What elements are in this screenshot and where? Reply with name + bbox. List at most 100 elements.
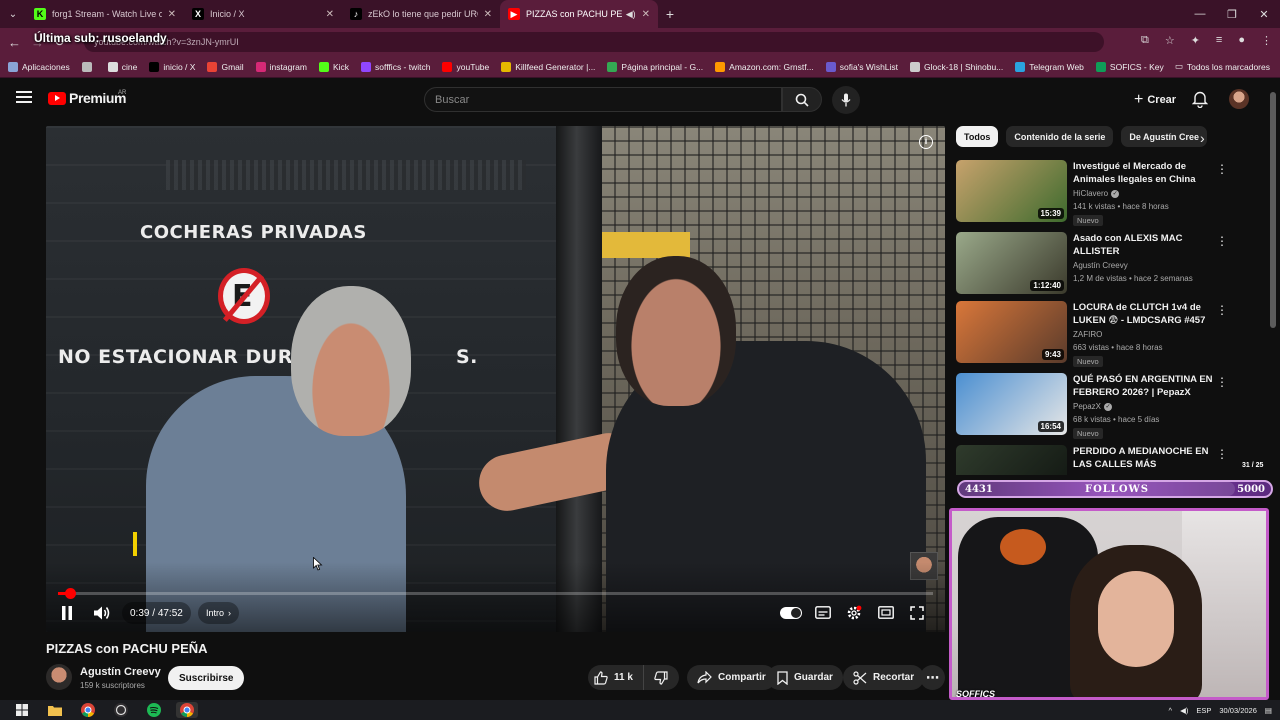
- voice-search-button[interactable]: [832, 86, 860, 114]
- notifications-icon[interactable]: ▤: [1265, 706, 1272, 715]
- bookmark-item[interactable]: sofia's WishList: [825, 61, 898, 72]
- chapter-button[interactable]: Intro ›: [198, 602, 240, 624]
- bookmark-item[interactable]: Killfeed Generator |...: [501, 61, 595, 72]
- bookmark-item[interactable]: Gmail: [207, 61, 244, 72]
- bookmark-star-icon[interactable]: ☆: [1165, 34, 1175, 47]
- fullscreen-icon[interactable]: [910, 606, 924, 620]
- recommendation-channel[interactable]: Agustín Creevy: [1073, 261, 1128, 270]
- video-thumbnail[interactable]: 9:43: [956, 301, 1067, 363]
- chrome-menu-icon[interactable]: ⋮: [1261, 34, 1272, 47]
- channel-avatar[interactable]: [46, 664, 72, 690]
- recommendation-item[interactable]: 16:54 QUÉ PASÓ EN ARGENTINA EN FEBRERO 20…: [956, 373, 1256, 439]
- tray-chevron-icon[interactable]: ^: [1169, 706, 1173, 715]
- minimize-icon[interactable]: —: [1184, 8, 1216, 21]
- recommendation-title[interactable]: LOCURA de CLUTCH 1v4 de LUKEN 😨 - LMDCSA…: [1073, 301, 1213, 327]
- close-window-icon[interactable]: ✕: [1248, 8, 1280, 21]
- create-button[interactable]: + Crear: [1124, 88, 1187, 112]
- more-vertical-icon[interactable]: ⋮: [1216, 375, 1228, 389]
- recommendation-item[interactable]: 1:12:40 Asado con ALEXIS MAC ALLISTER Agus…: [956, 232, 1256, 298]
- video-thumbnail[interactable]: 1:12:40: [956, 232, 1067, 294]
- bookmark-item[interactable]: instagram: [255, 61, 307, 72]
- chrome-icon[interactable]: [77, 702, 99, 718]
- recommendation-item[interactable]: 15:39 Investigué el Mercado de Animales I…: [956, 160, 1256, 226]
- clip-button[interactable]: Recortar: [843, 665, 925, 690]
- bookmark-item[interactable]: Aplicaciones: [8, 61, 70, 72]
- language-indicator[interactable]: ESP: [1196, 706, 1211, 715]
- browser-tab[interactable]: ▶ PIZZAS con PACHU PEÑA ◀) ✕: [500, 0, 658, 28]
- pause-icon[interactable]: [61, 606, 73, 620]
- recommendation-item[interactable]: PERDIDO A MEDIANOCHE EN LAS CALLES MÁS P…: [956, 445, 1256, 475]
- dislike-button[interactable]: [644, 665, 678, 690]
- search-button[interactable]: [782, 87, 822, 112]
- notifications-bell-icon[interactable]: [1192, 90, 1208, 108]
- video-thumbnail[interactable]: 15:39: [956, 160, 1067, 222]
- youtube-logo[interactable]: Premium: [48, 90, 127, 106]
- channel-name[interactable]: Agustín Creevy: [80, 666, 161, 678]
- spotify-icon[interactable]: [143, 702, 165, 718]
- recommendation-channel[interactable]: HiClavero ✓: [1073, 189, 1120, 198]
- obs-icon[interactable]: [110, 702, 132, 718]
- bookmark-item[interactable]: Página principal - G...: [607, 61, 703, 72]
- recommendation-channel[interactable]: ZAFIRO: [1073, 330, 1102, 339]
- share-button[interactable]: Compartir: [687, 665, 776, 690]
- more-vertical-icon[interactable]: ⋮: [1216, 234, 1228, 248]
- account-avatar[interactable]: [1229, 89, 1249, 109]
- bookmark-item[interactable]: inicio / X: [149, 61, 195, 72]
- chevron-right-icon[interactable]: ›: [1200, 130, 1205, 146]
- media-icon[interactable]: ≡: [1216, 34, 1222, 47]
- theater-mode-icon[interactable]: [878, 606, 894, 619]
- recommendation-channel[interactable]: PepazX ✓: [1073, 402, 1113, 411]
- tab-close-icon[interactable]: ✕: [642, 9, 650, 20]
- autoplay-toggle[interactable]: [780, 607, 802, 619]
- tab-audio-icon[interactable]: ◀): [626, 9, 636, 20]
- restore-icon[interactable]: ❐: [1216, 8, 1248, 21]
- chrome-active-icon[interactable]: [176, 702, 198, 718]
- browser-tab[interactable]: Kforg1 Stream - Watch Live on K ✕: [26, 0, 184, 28]
- bookmark-item[interactable]: SOFICS - Key: [1095, 61, 1164, 72]
- tab-close-icon[interactable]: ✕: [484, 9, 492, 20]
- url-field[interactable]: youtube.com/watch?v=3znJN-ymrUI: [84, 32, 1104, 52]
- filter-chip[interactable]: De Agustín Cree: [1121, 126, 1208, 147]
- like-button[interactable]: 11 k: [588, 665, 644, 690]
- info-icon[interactable]: i: [919, 135, 933, 149]
- settings-gear-icon[interactable]: [846, 605, 862, 621]
- menu-icon[interactable]: [16, 91, 32, 103]
- video-player[interactable]: COCHERAS PRIVADAS E NO ESTACIONAR DURANT…: [46, 126, 945, 632]
- recommendation-item[interactable]: 9:43 LOCURA de CLUTCH 1v4 de LUKEN 😨 - LM…: [956, 301, 1256, 367]
- subscribe-button[interactable]: Suscribirse: [168, 666, 245, 690]
- subtitles-icon[interactable]: [815, 606, 831, 619]
- progress-bar[interactable]: [58, 588, 933, 599]
- profile-icon[interactable]: ●: [1238, 34, 1245, 47]
- more-vertical-icon[interactable]: ⋮: [1216, 447, 1228, 461]
- more-actions-button[interactable]: ⋯: [920, 665, 945, 690]
- search-input[interactable]: Buscar: [424, 87, 782, 112]
- recommendation-title[interactable]: PERDIDO A MEDIANOCHE EN LAS CALLES MÁS P…: [1073, 445, 1213, 471]
- recommendation-title[interactable]: QUÉ PASÓ EN ARGENTINA EN FEBRERO 2026? |…: [1073, 373, 1213, 399]
- filter-chip[interactable]: Todos: [956, 126, 999, 147]
- save-button[interactable]: Guardar: [767, 665, 843, 690]
- browser-tab[interactable]: ♪ zEkO lo tiene que pedir URGEN ✕: [342, 0, 500, 28]
- bookmark-item[interactable]: Kick: [318, 61, 349, 72]
- recommendation-title[interactable]: Investigué el Mercado de Animales Ilegal…: [1073, 160, 1213, 186]
- tab-search-icon[interactable]: ⌄: [0, 0, 26, 28]
- bookmark-item[interactable]: youTube: [442, 61, 489, 72]
- scrubber-handle[interactable]: [64, 588, 76, 599]
- windows-start-icon[interactable]: [11, 702, 33, 718]
- file-explorer-icon[interactable]: [44, 702, 66, 718]
- back-icon[interactable]: ←: [8, 35, 21, 50]
- clock[interactable]: 30/03/2026: [1219, 706, 1257, 715]
- tab-close-icon[interactable]: ✕: [326, 9, 334, 20]
- recommendation-title[interactable]: Asado con ALEXIS MAC ALLISTER: [1073, 232, 1213, 258]
- new-tab-button[interactable]: +: [658, 6, 682, 22]
- speaker-icon[interactable]: ◀): [1180, 706, 1188, 715]
- more-vertical-icon[interactable]: ⋮: [1216, 303, 1228, 317]
- more-vertical-icon[interactable]: ⋮: [1216, 162, 1228, 176]
- cast-icon[interactable]: ⧉: [1141, 34, 1149, 47]
- bookmark-item[interactable]: Amazon.com: Grnstf...: [715, 61, 814, 72]
- bookmark-item[interactable]: sofffics - twitch: [361, 61, 430, 72]
- bookmark-item[interactable]: Glock-18 | Shinobu...: [910, 61, 1003, 72]
- filter-chip[interactable]: Contenido de la serie: [1006, 126, 1114, 147]
- tab-close-icon[interactable]: ✕: [168, 9, 176, 20]
- all-bookmarks[interactable]: ▭ Todos los marcadores: [1175, 61, 1270, 72]
- bookmark-item[interactable]: [81, 61, 96, 72]
